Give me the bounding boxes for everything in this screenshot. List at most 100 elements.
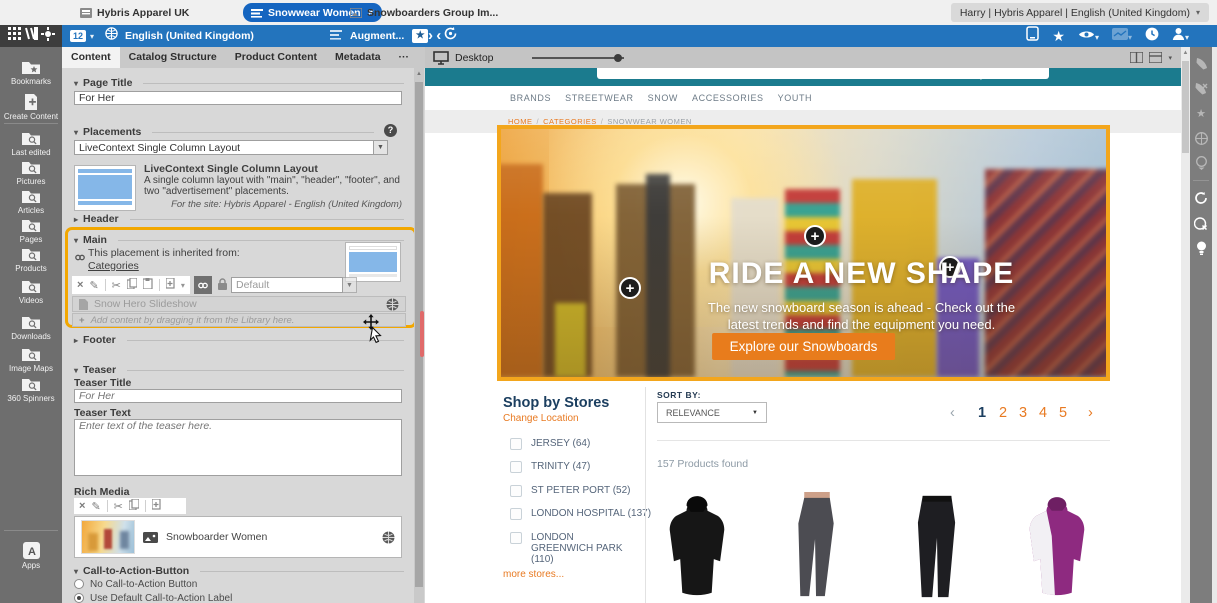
hotspot-plus-icon[interactable]: + [804, 225, 826, 247]
hero-cta-button[interactable]: Explore our Snowboards [712, 333, 896, 360]
inherit-toggle-button[interactable] [194, 276, 212, 294]
lightbulb-icon[interactable] [1193, 240, 1209, 256]
checkbox[interactable] [510, 532, 522, 544]
sidebar-item-bookmarks[interactable]: Bookmarks [0, 60, 62, 86]
reload-preview-icon[interactable] [443, 26, 458, 46]
user-preview-icon[interactable]: ▾ [1172, 27, 1189, 45]
product-image-pants-black[interactable] [882, 490, 992, 602]
call-end-icon[interactable] [1193, 80, 1209, 96]
section-header[interactable]: ▸ Header [74, 213, 404, 225]
caret-down-icon[interactable]: ▾ [1168, 54, 1172, 62]
sidebar-item-create-content[interactable]: Create Content [0, 93, 62, 121]
help-icon[interactable]: ? [384, 124, 397, 137]
change-location-link[interactable]: Change Location [503, 413, 579, 424]
call-icon[interactable] [1193, 55, 1209, 71]
caret-down-icon[interactable]: ▾ [181, 281, 185, 290]
page-title-input[interactable] [74, 91, 402, 105]
teaser-text-input[interactable] [74, 419, 402, 476]
caret-down-icon[interactable]: ▾ [90, 32, 94, 41]
more-stores-link[interactable]: more stores... [503, 569, 564, 580]
scroll-up-icon[interactable]: ▲ [1181, 47, 1190, 59]
augment-label[interactable]: Augment... [350, 30, 404, 42]
paste-icon[interactable] [143, 278, 153, 292]
translation-refresh-icon[interactable] [1193, 190, 1209, 206]
remove-icon[interactable]: × [77, 279, 83, 291]
pagination-page-2[interactable]: 2 [999, 405, 1007, 421]
tab-product-content[interactable]: Product Content [226, 47, 326, 68]
tab-content[interactable]: Content [62, 47, 120, 68]
section-footer[interactable]: ▸ Footer [74, 334, 404, 346]
store-filter-item[interactable]: ST PETER PORT (52) [510, 485, 630, 497]
sidebar-item-articles[interactable]: Articles [0, 189, 62, 215]
product-image-jacket-black[interactable] [642, 490, 752, 602]
cta-option-default[interactable]: Use Default Call-to-Action Label [74, 593, 232, 603]
tab-catalog-structure[interactable]: Catalog Structure [120, 47, 226, 68]
checkbox[interactable] [510, 485, 522, 497]
approve-check-icon[interactable]: ★ [1193, 105, 1209, 121]
pagination-page-4[interactable]: 4 [1039, 405, 1047, 421]
store-filter-item[interactable]: TRINITY (47) [510, 461, 590, 473]
expand-right-icon[interactable]: › [428, 26, 433, 46]
cut-icon[interactable]: ✂ [114, 500, 123, 513]
store-filter-item[interactable]: LONDON HOSPITAL (137) [510, 508, 651, 520]
section-teaser[interactable]: ▾ Teaser [74, 364, 404, 376]
nav-item-brands[interactable]: BRANDS [510, 93, 551, 103]
pagination-prev[interactable]: ‹ [950, 405, 955, 421]
header-chevron-down-icon[interactable]: ▼ [977, 73, 985, 82]
hero-slideshow-highlight[interactable]: + + + RIDE A NEW SHAPE The new snowboard… [497, 125, 1110, 381]
checkbox[interactable] [510, 461, 522, 473]
sidebar-item-downloads[interactable]: Downloads [0, 315, 62, 341]
nav-item-accessories[interactable]: ACCESSORIES [692, 93, 764, 103]
edit-pencil-icon[interactable]: ✎ [91, 500, 100, 513]
sidebar-item-last-edited[interactable]: Last edited [0, 131, 62, 157]
device-preview-icon[interactable] [1026, 26, 1039, 46]
split-view-icon[interactable] [1130, 52, 1143, 63]
placement-item-row[interactable]: Snow Hero Slideshow [72, 296, 406, 312]
locale-version-icon[interactable]: 12 [70, 30, 86, 42]
library-icon[interactable] [24, 27, 38, 45]
section-page-title[interactable]: ▾ Page Title [74, 77, 404, 89]
analytics-icon[interactable]: ▾ [1112, 27, 1132, 45]
slider-knob[interactable] [614, 54, 622, 62]
layout-select-caret[interactable]: ▼ [374, 140, 388, 155]
nav-item-youth[interactable]: YOUTH [778, 93, 813, 103]
pagination-page-1[interactable]: 1 [978, 405, 986, 421]
withdraw-globe-icon[interactable] [1193, 155, 1209, 171]
sidebar-item-pictures[interactable]: Pictures [0, 160, 62, 186]
layout-select[interactable]: LiveContext Single Column Layout [74, 140, 374, 155]
workspace-tab-hybris[interactable]: Hybris Apparel UK [72, 3, 197, 22]
store-filter-item[interactable]: LONDON GREENWICH PARK (110) [510, 532, 638, 565]
insert-icon[interactable] [152, 499, 161, 513]
checkbox[interactable] [510, 508, 522, 520]
remove-icon[interactable]: × [79, 500, 85, 512]
radio-checked[interactable] [74, 593, 84, 603]
view-select-caret[interactable]: ▼ [343, 277, 357, 293]
copy-icon[interactable] [127, 278, 137, 292]
nav-item-snow[interactable]: SNOW [648, 93, 678, 103]
user-menu-button[interactable]: Harry | Hybris Apparel | English (United… [951, 3, 1209, 22]
workspace-tab-snowboarders[interactable]: Snowboarders Group Im... [342, 3, 506, 22]
inherited-categories-link[interactable]: Categories [88, 260, 139, 272]
apps-grid-icon[interactable] [8, 27, 21, 45]
nav-item-streetwear[interactable]: STREETWEAR [565, 93, 634, 103]
tab-more[interactable]: ··· [390, 47, 419, 68]
sidebar-item-products[interactable]: Products [0, 247, 62, 273]
scroll-up-icon[interactable]: ▲ [414, 68, 424, 80]
product-image-pants-grey[interactable] [762, 490, 872, 602]
cut-icon[interactable]: ✂ [112, 279, 121, 292]
workflow-check-icon[interactable]: ★ [412, 29, 428, 43]
control-room-icon[interactable] [41, 27, 55, 46]
section-cta-button[interactable]: ▾ Call-to-Action-Button [74, 565, 404, 577]
preview-visibility-icon[interactable]: ▾ [1078, 27, 1099, 45]
store-filter-item[interactable]: JERSEY (64) [510, 438, 590, 450]
sort-select[interactable]: RELEVANCE ▼ [657, 402, 767, 423]
pagination-next[interactable]: › [1088, 405, 1093, 421]
sidebar-item-360-spinners[interactable]: 360 Spinners [0, 377, 62, 403]
device-width-slider[interactable] [532, 57, 624, 59]
tab-metadata[interactable]: Metadata [326, 47, 390, 68]
globe-status-icon[interactable] [386, 298, 399, 311]
section-placements[interactable]: ▾ Placements [74, 126, 374, 138]
rich-media-item[interactable]: Snowboarder Women [74, 516, 402, 558]
pagination-page-5[interactable]: 5 [1059, 405, 1067, 421]
form-scrollbar[interactable]: ▲ [414, 68, 424, 603]
